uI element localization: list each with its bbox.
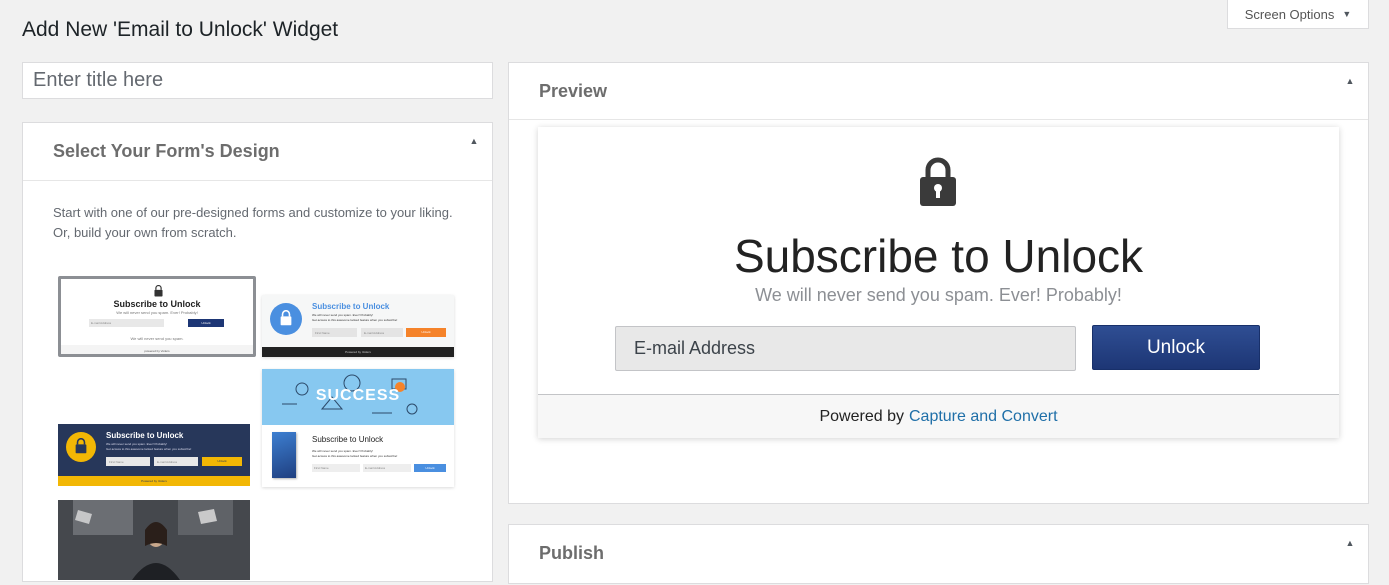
caret-down-icon: ▼ [1342, 9, 1352, 19]
thumb-input: First Name [312, 464, 360, 472]
thumb-input: First Name [106, 457, 150, 466]
thumb-heading: Subscribe to Unlock [113, 299, 201, 309]
video-background-image [58, 500, 250, 580]
thumb-footer-text: We will never send you spam. [130, 336, 184, 341]
lock-icon [920, 157, 956, 206]
form-subheading: We will never send you spam. Ever! Proba… [755, 285, 1122, 305]
preview-box-header: Preview ▲ [509, 63, 1368, 120]
lock-icon [154, 285, 163, 297]
thumb-input: E-mail Address [361, 328, 403, 337]
capture-and-convert-link[interactable]: Capture and Convert [909, 408, 1058, 426]
thumb-sub: We will never send you spam. Ever! Proba… [116, 310, 198, 315]
thumb-sub2: Get access to this awesome locked featur… [312, 318, 398, 322]
lock-icon [75, 438, 87, 454]
design-thumb-classic[interactable]: Subscribe to Unlock We will never send y… [58, 276, 256, 357]
preview-box-title: Preview [539, 80, 608, 101]
design-select-box: Select Your Form's Design ▲ Start with o… [22, 122, 493, 582]
form-footer: Powered by Capture and Convert [538, 394, 1339, 438]
thumb-banner: SUCCESS [262, 369, 454, 425]
banner-text: SUCCESS [315, 387, 401, 404]
thumb-sub2: Get access to this awesome locked featur… [312, 454, 398, 458]
thumb-input: E-mail Address [154, 457, 198, 466]
powered-by-text: Powered by [819, 407, 904, 425]
screen-options-button[interactable]: Screen Options ▼ [1227, 0, 1369, 29]
thumb-lock-circle [270, 303, 302, 335]
thumb-button: Unlock [414, 464, 446, 472]
publish-box-title: Publish [539, 543, 605, 563]
page-title: Add New 'Email to Unlock' Widget [22, 18, 339, 41]
design-thumb-navy-yellow[interactable]: Subscribe to Unlock We will never send y… [58, 424, 250, 486]
email-field[interactable] [615, 326, 1076, 371]
thumb-sub: We will never send you spam. Ever! Proba… [312, 449, 374, 453]
collapse-arrow-icon[interactable]: ▲ [1344, 75, 1356, 87]
form-heading: Subscribe to Unlock [733, 230, 1144, 282]
ebook-cover [272, 432, 296, 478]
unlock-button[interactable]: Unlock [1092, 325, 1260, 370]
design-thumb-blue-lock[interactable]: Subscribe to Unlock We will never send y… [262, 295, 454, 357]
thumb-powered: powered by Voilers [61, 345, 253, 354]
thumb-sub2: Get access to this awesome locked featur… [106, 447, 192, 451]
collapse-arrow-icon[interactable]: ▲ [1344, 537, 1356, 549]
thumb-powered: Powered by Voilers [58, 476, 250, 486]
design-box-title: Select Your Form's Design [53, 141, 280, 161]
preview-box: Preview ▲ Subscribe to Unlock We will ne… [508, 62, 1369, 504]
thumb-heading: Subscribe to Unlock [312, 302, 390, 311]
thumb-button: Unlock [202, 457, 242, 466]
lock-icon [280, 310, 292, 326]
publish-box: Publish ▲ [508, 524, 1369, 584]
thumb-button: Unlock [188, 319, 224, 327]
collapse-arrow-icon[interactable]: ▲ [468, 135, 480, 147]
widget-title-input[interactable] [22, 62, 493, 99]
thumb-input: First Name [312, 328, 357, 337]
thumb-lock-circle [66, 432, 96, 462]
thumb-input: E-mail Address [89, 319, 164, 327]
thumb-sub: We will never send you spam. Ever! Proba… [106, 442, 168, 446]
thumb-button: Unlock [406, 328, 446, 337]
thumb-input: E-mail Address [363, 464, 411, 472]
screen-options-label: Screen Options [1244, 6, 1335, 22]
design-box-header: Select Your Form's Design ▲ [23, 123, 492, 181]
design-thumb-success[interactable]: SUCCESS Subscribe to Unlock We will neve… [262, 369, 454, 487]
design-thumb-video[interactable] [58, 500, 250, 580]
thumb-heading: Subscribe to Unlock [106, 431, 184, 440]
thumb-powered: Powered by Voilers [262, 347, 454, 357]
preview-form-card: Subscribe to Unlock We will never send y… [538, 127, 1339, 438]
thumb-sub: We will never send you spam. Ever! Proba… [312, 313, 374, 317]
publish-box-header: Publish ▲ [509, 525, 1368, 585]
thumb-heading: Subscribe to Unlock [312, 435, 384, 444]
design-description: Start with one of our pre-designed forms… [53, 205, 453, 240]
